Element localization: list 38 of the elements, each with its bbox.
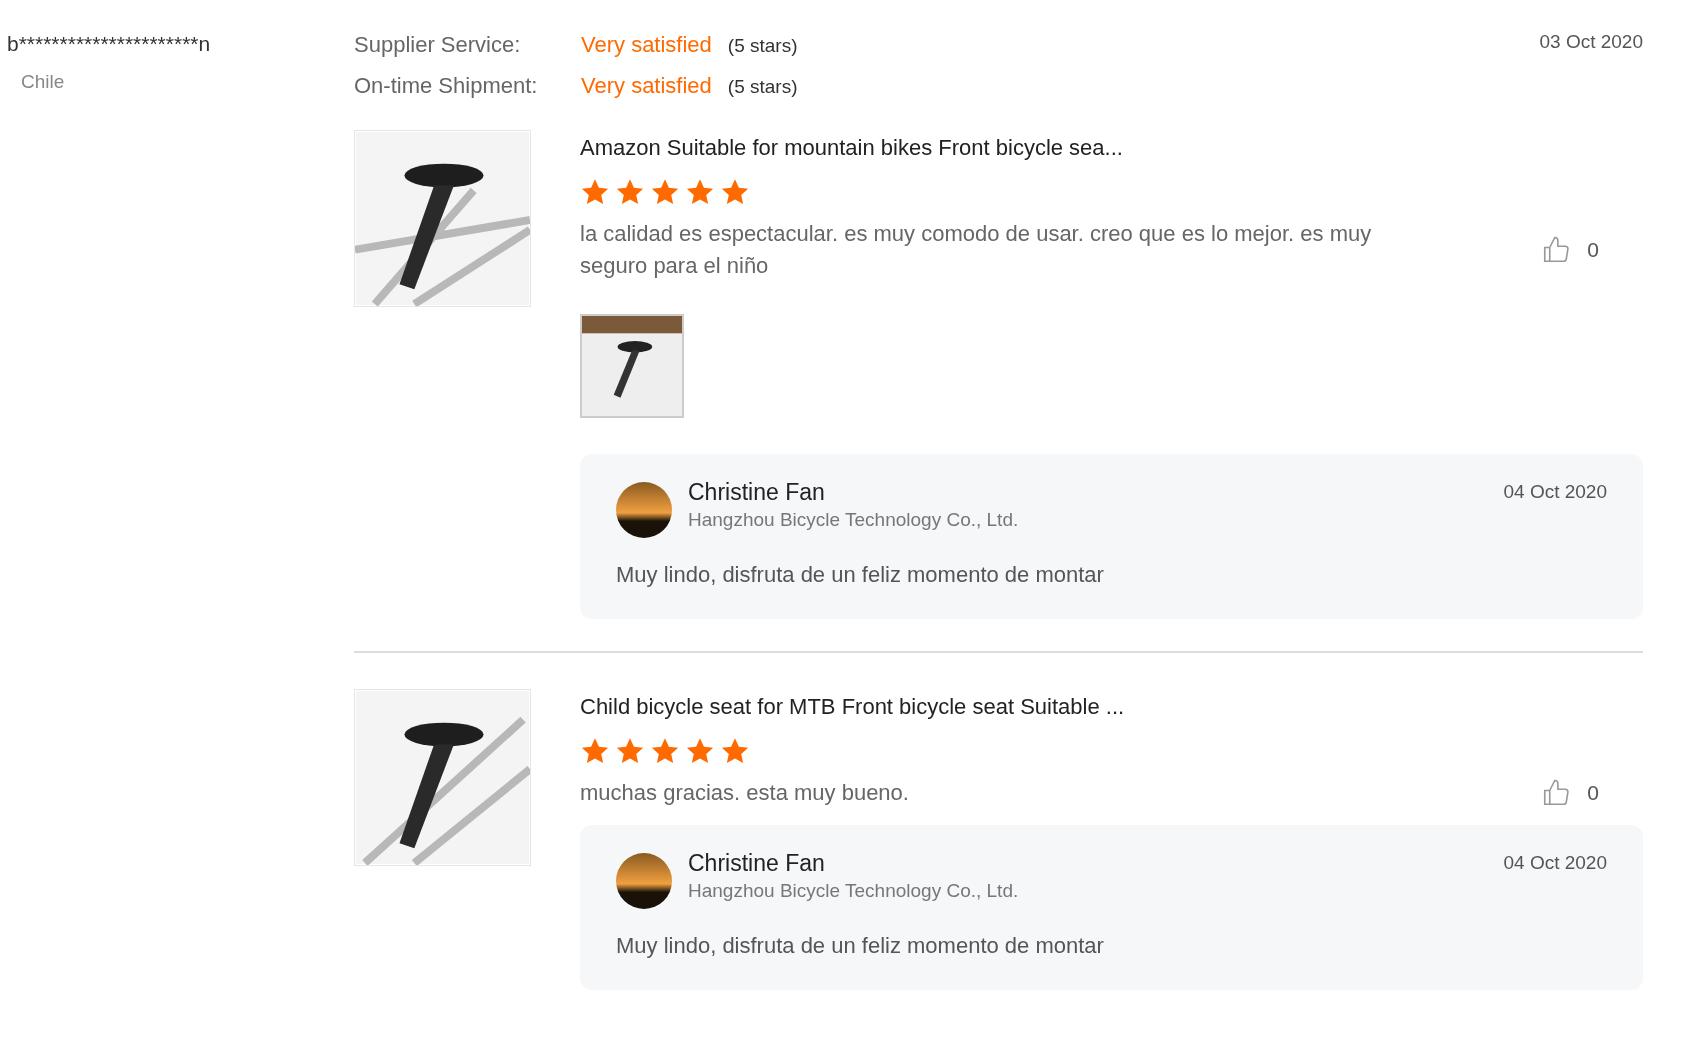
rating-label: Supplier Service: bbox=[354, 31, 522, 59]
product-title[interactable]: Amazon Suitable for mountain bikes Front bicycle sea... bbox=[580, 134, 1643, 162]
star-icon bbox=[580, 737, 610, 765]
thumbs-up-icon[interactable] bbox=[1541, 235, 1572, 265]
review-date: 03 Oct 2020 bbox=[1539, 30, 1643, 54]
avatar-photo bbox=[616, 482, 672, 538]
buyer-country: Chile bbox=[21, 69, 66, 94]
rating-value: Very satisfied bbox=[581, 31, 712, 59]
replier-company: Hangzhou Bicycle Technology Co., Ltd. bbox=[688, 879, 1019, 903]
review-text: la calidad es espectacular. es muy comodo de usar. creo que es lo mejor. es muy seguro para el niño bbox=[580, 220, 1373, 280]
thumbs-up-icon[interactable] bbox=[1541, 778, 1572, 808]
rating-label: On-time Shipment: bbox=[354, 72, 539, 100]
rating-stars: (5 stars) bbox=[727, 34, 798, 58]
product-title[interactable]: Child bicycle seat for MTB Front bicycle seat Suitable ... bbox=[580, 693, 1643, 721]
like-count: 0 bbox=[1587, 780, 1599, 807]
star-icon bbox=[685, 178, 715, 206]
replier-name: Christine Fan bbox=[688, 478, 826, 506]
reply-date: 04 Oct 2020 bbox=[1503, 480, 1607, 504]
replier-company: Hangzhou Bicycle Technology Co., Ltd. bbox=[688, 508, 1019, 532]
avatar-photo bbox=[616, 853, 672, 909]
star-icon bbox=[650, 737, 680, 765]
star-icon bbox=[720, 178, 750, 206]
star-icon bbox=[650, 178, 680, 206]
rating-stars: (5 stars) bbox=[727, 75, 798, 99]
like-count: 0 bbox=[1587, 237, 1599, 264]
rating-value: Very satisfied bbox=[581, 72, 712, 100]
replier-name: Christine Fan bbox=[688, 849, 826, 877]
reply-date: 04 Oct 2020 bbox=[1503, 851, 1607, 875]
review-text: muchas gracias. esta muy bueno. bbox=[580, 779, 909, 807]
buyer-name: b**********************n bbox=[7, 31, 212, 57]
star-icon bbox=[615, 737, 645, 765]
star-icon bbox=[720, 737, 750, 765]
star-icon bbox=[615, 178, 645, 206]
attachment-photo[interactable] bbox=[580, 314, 684, 418]
star-icon bbox=[580, 178, 610, 206]
reply-text: Muy lindo, disfruta de un feliz momento de montar bbox=[616, 561, 1105, 589]
star-icon bbox=[685, 737, 715, 765]
reply-text: Muy lindo, disfruta de un feliz momento de montar bbox=[616, 932, 1105, 960]
